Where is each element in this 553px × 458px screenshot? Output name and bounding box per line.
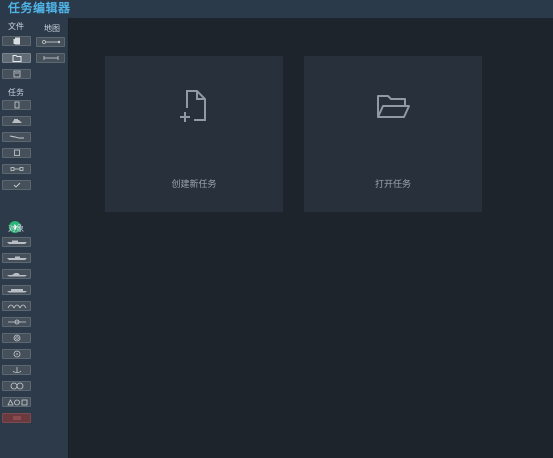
folder-icon [12,55,21,62]
file-section-label: 文件 [8,22,24,31]
ship-icon [6,273,27,277]
ship-icon [6,256,27,260]
object-tool-3-button[interactable] [2,269,31,279]
object-tool-9-button[interactable] [2,365,31,375]
open-folder-icon [304,88,482,124]
open-task-card[interactable]: 打开任务 [304,56,482,212]
curve-icon [9,135,24,139]
double-circle-icon [10,382,23,390]
save-file-button[interactable] [2,69,31,79]
map-section-label: 地图 [44,24,60,33]
ship-icon [6,240,27,244]
task-tool-1-button[interactable] [2,100,31,110]
target-icon [13,334,20,342]
task-tool-4-button[interactable] [2,148,31,158]
anchor-icon [12,367,21,373]
object-tool-6-button[interactable] [2,317,31,327]
clipboard-icon [14,101,19,109]
task-tool-3-button[interactable] [2,132,31,142]
new-file-icon [105,88,283,124]
object-tool-10-button[interactable] [2,381,31,391]
shapes-icon [6,399,27,406]
title-bar: 任务编辑器 [0,0,553,18]
object-tool-5-button[interactable] [2,301,31,311]
task-tool-5-button[interactable] [2,164,31,174]
create-new-task-label: 创建新任务 [171,180,217,190]
radar-icon [13,350,20,358]
check-icon [13,182,20,188]
vehicle-icon [11,119,22,123]
create-new-task-card[interactable]: 创建新任务 [105,56,283,212]
app-title: 任务编辑器 [8,1,71,15]
route-icon [41,40,60,44]
object-tool-8-button[interactable] [2,349,31,359]
sidebar: 文件 地图 任务 对象 [0,18,69,458]
object-tool-7-button[interactable] [2,333,31,343]
object-section-label: 对象 [8,224,24,233]
save-icon [13,70,20,78]
task-section-label: 任务 [8,88,24,97]
object-tool-12-button[interactable] [2,413,31,423]
ship-icon [6,289,27,293]
open-file-button[interactable] [2,53,31,63]
ruler-icon [43,56,58,60]
document-icon [13,37,20,45]
object-tool-4-button[interactable] [2,285,31,295]
map-distance-button[interactable] [36,53,65,63]
main-area: 创建新任务 打开任务 [69,18,553,458]
new-file-button[interactable] [2,36,31,46]
object-tool-2-button[interactable] [2,253,31,263]
square-icon [13,149,20,156]
open-task-label: 打开任务 [374,180,411,190]
map-route-button[interactable] [36,37,65,47]
delete-icon [12,416,21,420]
waypoint-icon [7,319,26,325]
link-icon [10,167,23,171]
task-tool-2-button[interactable] [2,116,31,126]
object-tool-1-button[interactable] [2,237,31,247]
object-tool-11-button[interactable] [2,397,31,407]
formation-icon [7,304,26,309]
task-tool-6-button[interactable] [2,180,31,190]
